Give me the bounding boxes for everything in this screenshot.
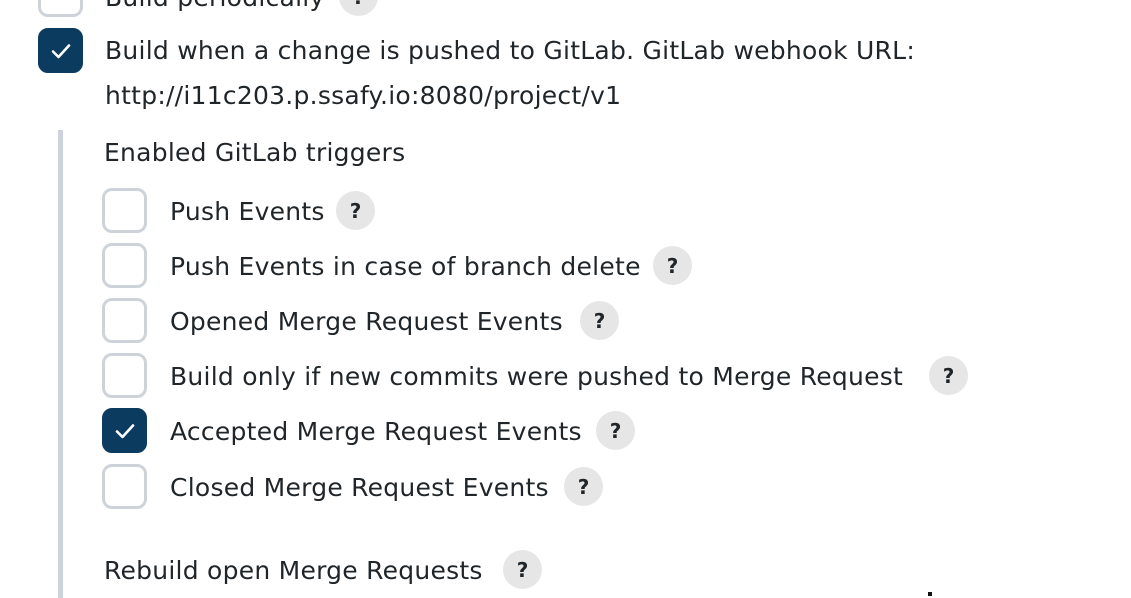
gitlab-push-trigger-label: Build when a change is pushed to GitLab.… <box>105 36 916 65</box>
closed-mr-events-checkbox[interactable] <box>102 464 147 509</box>
opened-mr-events-help-icon[interactable]: ? <box>580 301 619 340</box>
closed-mr-events-help-icon[interactable]: ? <box>564 467 603 506</box>
push-events-help-icon[interactable]: ? <box>336 191 375 230</box>
push-branch-delete-checkbox[interactable] <box>102 243 147 288</box>
opened-mr-events-label: Opened Merge Request Events <box>170 307 563 336</box>
push-events-checkbox[interactable] <box>102 188 147 233</box>
gitlab-webhook-url: http://i11c203.p.ssafy.io:8080/project/v… <box>105 81 622 110</box>
build-periodically-checkbox[interactable] <box>38 0 83 17</box>
gitlab-push-trigger-checkbox[interactable] <box>38 28 83 73</box>
build-periodically-label: Build periodically <box>105 0 325 14</box>
build-periodically-help-icon[interactable]: ? <box>339 0 378 16</box>
push-branch-delete-label: Push Events in case of branch delete <box>170 252 641 281</box>
accepted-mr-events-label: Accepted Merge Request Events <box>170 417 582 446</box>
rebuild-open-mr-label: Rebuild open Merge Requests <box>104 556 483 585</box>
accepted-mr-events-checkbox[interactable] <box>102 408 147 453</box>
new-commits-mr-help-icon[interactable]: ? <box>929 356 968 395</box>
checkmark-icon <box>51 43 70 58</box>
checkmark-icon <box>115 423 134 438</box>
opened-mr-events-checkbox[interactable] <box>102 298 147 343</box>
section-divider <box>58 130 63 598</box>
push-branch-delete-help-icon[interactable]: ? <box>653 246 692 285</box>
cursor-dot <box>928 592 932 596</box>
new-commits-mr-label: Build only if new commits were pushed to… <box>170 362 904 391</box>
new-commits-mr-checkbox[interactable] <box>102 353 147 398</box>
push-events-label: Push Events <box>170 197 325 226</box>
accepted-mr-events-help-icon[interactable]: ? <box>596 411 635 450</box>
closed-mr-events-label: Closed Merge Request Events <box>170 473 549 502</box>
rebuild-open-mr-help-icon[interactable]: ? <box>503 550 542 589</box>
section-title: Enabled GitLab triggers <box>104 138 406 167</box>
